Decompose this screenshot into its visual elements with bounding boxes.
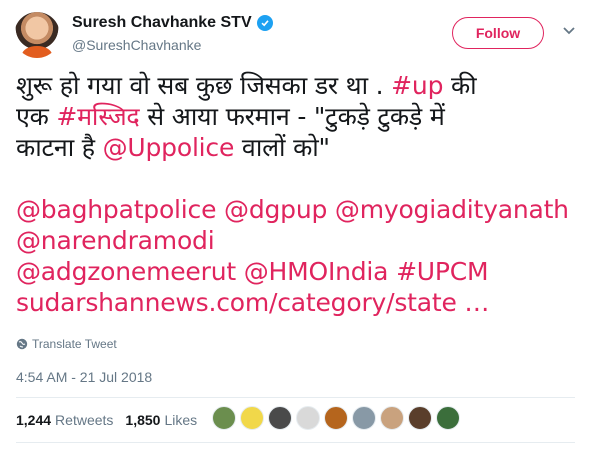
hashtag-masjid-link[interactable]: #मस्जिद: [56, 102, 139, 131]
mention-link[interactable]: @adgzonemeerut: [16, 257, 236, 286]
author-avatar[interactable]: [14, 12, 60, 58]
text-segment: वालों को": [234, 133, 330, 162]
liker-avatar[interactable]: [240, 406, 264, 430]
tweet-paragraph-1: शुरू हो गया वो सब कुछ जिसका डर था . #up …: [16, 70, 582, 163]
hashtag-upcm-link[interactable]: #UPCM: [396, 257, 489, 286]
mention-link[interactable]: @baghpatpolice: [16, 195, 216, 224]
tweet-text: शुरू हो गया वो सब कुछ जिसका डर था . #up …: [16, 70, 582, 318]
ellipsis: …: [464, 288, 490, 317]
author-display-name[interactable]: Suresh Chavhanke STV: [72, 14, 252, 32]
text-segment: शुरू हो गया वो सब कुछ जिसका डर था .: [16, 71, 392, 100]
liker-avatars: [212, 406, 460, 430]
author-name-row: Suresh Chavhanke STV: [72, 14, 273, 32]
retweets-count: 1,244: [16, 412, 52, 428]
retweets-stat[interactable]: 1,244 Retweets: [16, 412, 113, 428]
tweet-timestamp[interactable]: 4:54 AM - 21 Jul 2018: [16, 369, 152, 385]
mention-uppolice-link[interactable]: @Uppolice: [103, 133, 235, 162]
divider: [16, 442, 575, 443]
author-handle[interactable]: @SureshChavhanke: [72, 37, 201, 53]
mention-link[interactable]: @HMOIndia: [244, 257, 389, 286]
verified-badge-icon: [256, 15, 273, 31]
likes-stat[interactable]: 1,850 Likes: [125, 412, 197, 428]
translate-label[interactable]: Translate Tweet: [32, 337, 117, 351]
follow-button[interactable]: Follow: [452, 17, 544, 49]
divider: [16, 397, 575, 398]
text-segment: की: [443, 71, 477, 100]
liker-avatar[interactable]: [324, 406, 348, 430]
url-link[interactable]: sudarshannews.com/category/state: [16, 288, 457, 317]
engagement-stats: 1,244 Retweets 1,850 Likes: [16, 412, 197, 428]
mention-link[interactable]: @narendramodi: [16, 226, 215, 255]
tweet-card: Suresh Chavhanke STV @SureshChavhanke Fo…: [0, 0, 591, 451]
liker-avatar[interactable]: [408, 406, 432, 430]
liker-avatar[interactable]: [268, 406, 292, 430]
text-segment: एक: [16, 102, 57, 131]
globe-icon: [16, 338, 28, 350]
liker-avatar[interactable]: [436, 406, 460, 430]
liker-avatar[interactable]: [352, 406, 376, 430]
liker-avatar[interactable]: [380, 406, 404, 430]
text-segment: काटना है: [16, 133, 103, 162]
hashtag-up-link[interactable]: #up: [391, 71, 443, 100]
avatar-shirt: [22, 46, 52, 58]
tweet-paragraph-2: @baghpatpolice @dgpup @myogiadityanath @…: [16, 194, 582, 318]
translate-tweet[interactable]: Translate Tweet: [16, 337, 117, 351]
text-segment: से आया फरमान - "टुकड़े टुकड़े में: [139, 102, 445, 131]
liker-avatar[interactable]: [212, 406, 236, 430]
chevron-down-icon[interactable]: [562, 26, 576, 36]
likes-label: Likes: [164, 412, 198, 428]
mention-link[interactable]: @dgpup: [224, 195, 327, 224]
mention-link[interactable]: @myogiadityanath: [335, 195, 569, 224]
retweets-label: Retweets: [55, 412, 114, 428]
liker-avatar[interactable]: [296, 406, 320, 430]
likes-count: 1,850: [125, 412, 161, 428]
